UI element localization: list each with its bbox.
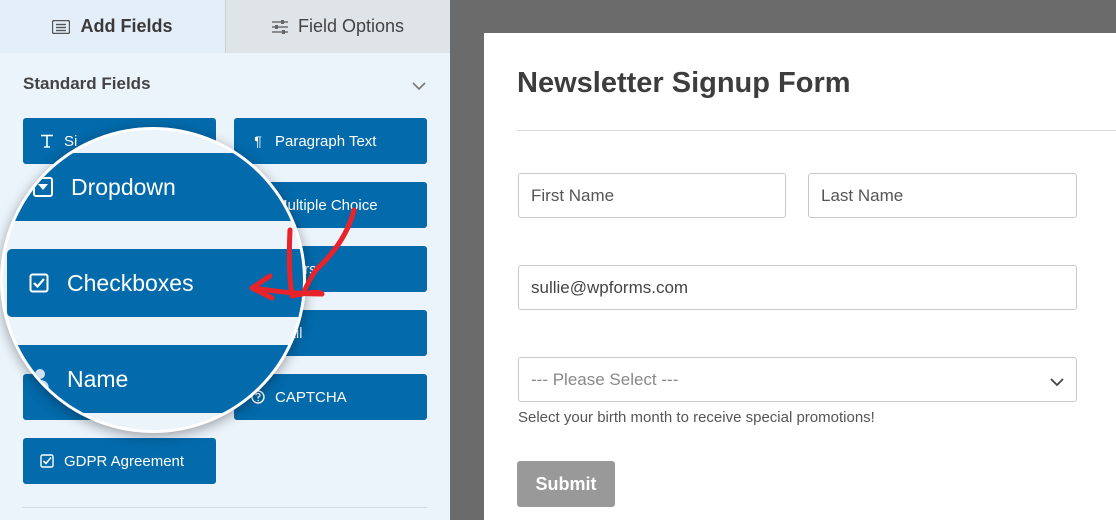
dropdown-label: Dropdown	[71, 173, 176, 200]
select-placeholder: --- Please Select ---	[531, 369, 679, 389]
section-divider	[22, 507, 427, 508]
section-title: Standard Fields	[23, 74, 151, 93]
user-icon	[31, 368, 49, 390]
tab-field-options-label: Field Options	[297, 16, 405, 36]
tab-add-fields-label: Add Fields	[80, 16, 173, 36]
checkboxes-label: Checkboxes	[67, 269, 194, 296]
fields-panel: Add Fields Field Options Standard Fields…	[0, 0, 450, 520]
gdpr-agreement-button[interactable]: GDPR Agreement	[23, 438, 216, 484]
tab-field-options[interactable]: Field Options	[225, 0, 450, 53]
checkbox-icon	[29, 273, 49, 293]
name-button[interactable]: Name	[7, 345, 303, 413]
annotation-arrow-icon	[249, 207, 357, 301]
select-help-text: Select your birth month to receive speci…	[518, 409, 875, 426]
gdpr-agreement-label: GDPR Agreement	[64, 452, 185, 470]
email-value: sullie@wpforms.com	[531, 277, 689, 297]
chevron-down-icon[interactable]	[412, 78, 426, 96]
list-icon	[52, 19, 71, 34]
chevron-down-icon	[1050, 372, 1064, 392]
submit-button[interactable]: Submit	[517, 461, 615, 507]
name-label: Name	[67, 365, 129, 392]
last-name-placeholder: Last Name	[821, 185, 904, 205]
checkbox-icon	[40, 454, 54, 468]
email-field[interactable]: sullie@wpforms.com	[518, 265, 1077, 310]
sliders-icon	[271, 19, 288, 34]
dropdown-icon	[33, 177, 53, 197]
last-name-field[interactable]: Last Name	[808, 173, 1077, 218]
form-preview: Newsletter Signup Form First Name Last N…	[484, 33, 1116, 520]
paragraph-text-label: Paragraph Text	[275, 132, 377, 150]
text-icon	[40, 134, 54, 148]
tab-add-fields[interactable]: Add Fields	[0, 0, 225, 53]
paragraph-icon: ¶	[254, 133, 262, 149]
form-title: Newsletter Signup Form	[517, 67, 851, 99]
form-divider	[517, 130, 1116, 131]
first-name-placeholder: First Name	[531, 185, 615, 205]
first-name-field[interactable]: First Name	[518, 173, 786, 218]
panel-tabs: Add Fields Field Options	[0, 0, 450, 53]
birth-month-select[interactable]: --- Please Select ---	[518, 357, 1077, 402]
